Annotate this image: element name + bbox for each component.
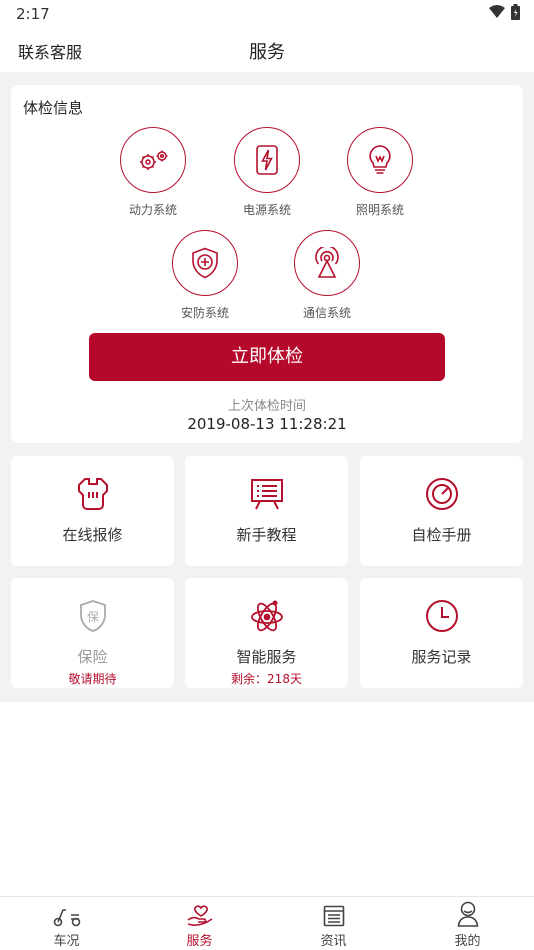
status-icons xyxy=(489,4,520,20)
exam-info-card: 体检信息 动力系统 电源系统 照明系统 安防系统 通信系统 立即体检 上次体检时… xyxy=(11,85,523,443)
bulb-icon xyxy=(369,145,391,174)
gears-icon xyxy=(140,150,168,170)
last-check-label: 上次体检时间 xyxy=(227,399,306,414)
service-insurance[interactable]: 保 保险 敬请期待 xyxy=(11,578,174,688)
battery-icon xyxy=(256,145,278,175)
service-subtext: 剩余：218天 xyxy=(231,672,302,686)
wifi-icon xyxy=(489,5,505,18)
service-label: 自检手册 xyxy=(411,526,472,544)
insurance-shield-icon: 保 xyxy=(79,600,106,632)
service-label: 服务记录 xyxy=(411,648,472,666)
status-bar: 2:17 xyxy=(0,0,534,28)
hand-heart-icon xyxy=(187,905,212,926)
system-communication[interactable]: 通信系统 xyxy=(277,230,377,321)
last-check-time: 2019-08-13 11:28:21 xyxy=(187,415,347,433)
tab-label: 服务 xyxy=(186,934,213,949)
tab-label: 资讯 xyxy=(320,934,347,949)
battery-status-icon xyxy=(511,4,520,20)
system-label: 照明系统 xyxy=(355,203,404,217)
atom-icon xyxy=(250,600,283,632)
tutorial-board-icon xyxy=(250,479,283,510)
exam-info-title: 体检信息 xyxy=(23,99,84,117)
service-tutorial[interactable]: 新手教程 xyxy=(185,456,348,566)
service-label: 保险 xyxy=(77,648,108,666)
tab-service[interactable]: 服务 xyxy=(133,897,266,950)
news-icon xyxy=(323,905,344,927)
signal-tower-icon xyxy=(315,247,339,278)
system-icon-circle xyxy=(294,230,360,296)
system-label: 电源系统 xyxy=(242,203,291,217)
system-lighting[interactable]: 照明系统 xyxy=(330,127,430,218)
system-power-supply[interactable]: 电源系统 xyxy=(217,127,317,218)
service-records[interactable]: 服务记录 xyxy=(360,578,523,688)
system-power[interactable]: 动力系统 xyxy=(103,127,203,218)
system-icon-circle xyxy=(120,127,186,193)
bottom-tab-bar: 车况 服务 资讯 我的 xyxy=(0,896,534,950)
system-icon-circle xyxy=(172,230,238,296)
user-icon xyxy=(457,901,478,927)
service-smart-service[interactable]: 智能服务 剩余：218天 xyxy=(185,578,348,688)
gauge-icon xyxy=(425,478,458,510)
svg-text:保: 保 xyxy=(86,610,98,624)
tab-mine[interactable]: 我的 xyxy=(401,897,534,950)
shield-icon xyxy=(192,247,218,279)
system-label: 动力系统 xyxy=(128,203,177,217)
system-label: 通信系统 xyxy=(302,306,351,320)
system-icon-circle xyxy=(234,127,300,193)
system-security[interactable]: 安防系统 xyxy=(155,230,255,321)
system-icon-circle xyxy=(347,127,413,193)
service-label: 在线报修 xyxy=(62,526,123,544)
service-subtext: 敬请期待 xyxy=(68,672,117,686)
tab-vehicle[interactable]: 车况 xyxy=(0,897,133,950)
scooter-icon xyxy=(53,909,80,927)
service-label: 智能服务 xyxy=(236,648,297,666)
tab-news[interactable]: 资讯 xyxy=(267,897,400,950)
start-check-button[interactable]: 立即体检 xyxy=(89,333,445,381)
tab-label: 我的 xyxy=(454,934,481,949)
page-title: 服务 xyxy=(249,42,285,63)
service-self-check-manual[interactable]: 自检手册 xyxy=(360,456,523,566)
system-label: 安防系统 xyxy=(180,306,229,320)
clock-icon xyxy=(425,600,458,632)
tab-label: 车况 xyxy=(53,934,80,949)
service-online-repair[interactable]: 在线报修 xyxy=(11,456,174,566)
status-time: 2:17 xyxy=(16,5,50,23)
service-label: 新手教程 xyxy=(236,526,297,544)
repair-icon xyxy=(77,478,108,510)
app-header: 联系客服 服务 xyxy=(0,28,534,72)
